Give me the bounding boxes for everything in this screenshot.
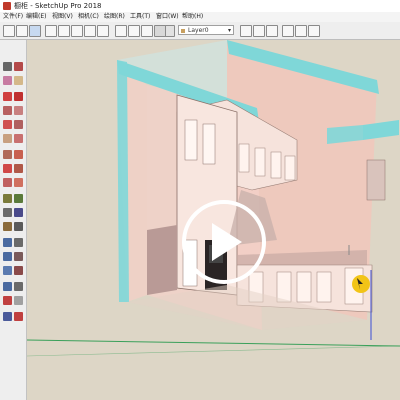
- circle-icon[interactable]: [3, 120, 12, 129]
- hidden-line-style-icon[interactable]: [141, 25, 153, 37]
- menu-tools[interactable]: 工具(T): [130, 12, 150, 22]
- axes-icon[interactable]: [3, 222, 12, 231]
- glass-left-edge: [117, 60, 129, 302]
- paint-icon[interactable]: [14, 76, 23, 85]
- upper-cabinet-door-4: [254, 147, 266, 177]
- make-component-icon[interactable]: [14, 62, 23, 71]
- arc-icon[interactable]: [3, 134, 12, 143]
- pan-icon[interactable]: [14, 238, 23, 247]
- previous-view-icon[interactable]: [14, 266, 23, 275]
- right-view-icon[interactable]: [84, 25, 96, 37]
- display-section-planes-icon[interactable]: [253, 25, 265, 37]
- section-plane-left-icon[interactable]: [14, 296, 23, 305]
- menu-draw[interactable]: 绘图(R): [104, 12, 125, 22]
- menu-view[interactable]: 视图(V): [52, 12, 73, 22]
- orbit-icon[interactable]: [3, 238, 12, 247]
- select-tool-icon[interactable]: [3, 25, 15, 37]
- sandbox-icon[interactable]: [3, 312, 12, 321]
- pie-icon[interactable]: [14, 134, 23, 143]
- marble-side-panel: [147, 225, 177, 295]
- solid-tools-icon[interactable]: [14, 312, 23, 321]
- zoom-extents-icon[interactable]: [3, 266, 12, 275]
- front-view-icon[interactable]: [71, 25, 83, 37]
- xray-style-icon[interactable]: [115, 25, 127, 37]
- position-camera-icon[interactable]: [3, 282, 12, 291]
- zoom-icon[interactable]: [3, 252, 12, 261]
- freehand-icon[interactable]: [14, 92, 23, 101]
- dimension-icon[interactable]: [14, 194, 23, 203]
- menu-help[interactable]: 帮助(H): [182, 12, 203, 22]
- green-axis-line: [27, 339, 400, 347]
- follow-me-icon[interactable]: [14, 164, 23, 173]
- layer-manager-icon[interactable]: [165, 25, 175, 37]
- layer-value: Layer0: [188, 27, 209, 34]
- menu-window[interactable]: 窗口(W): [156, 12, 179, 22]
- select-arrow-icon[interactable]: [3, 62, 12, 71]
- move-icon[interactable]: [3, 150, 12, 159]
- iso-view-icon[interactable]: [45, 25, 57, 37]
- green-axis-line-secondary: [27, 345, 400, 357]
- text-tool-icon[interactable]: [14, 208, 23, 217]
- menu-camera[interactable]: 相机(C): [78, 12, 99, 22]
- tall-cabinet-door-1: [184, 119, 198, 161]
- base-cabinet-door-2: [276, 271, 292, 303]
- base-cabinet-door-3: [296, 271, 312, 303]
- polygon-icon[interactable]: [14, 120, 23, 129]
- left-toolbar: [0, 40, 27, 400]
- paint-bucket-icon[interactable]: [29, 25, 41, 37]
- menu-bar: 文件(F) 编辑(E) 视图(V) 相机(C) 绘图(R) 工具(T) 窗口(W…: [0, 12, 400, 22]
- zoom-window-icon[interactable]: [14, 252, 23, 261]
- eraser-tool-icon[interactable]: [16, 25, 28, 37]
- display-section-cuts-icon[interactable]: [266, 25, 278, 37]
- play-icon: [212, 223, 242, 261]
- share-model-icon[interactable]: [295, 25, 307, 37]
- top-view-icon[interactable]: [58, 25, 70, 37]
- warehouse-icon[interactable]: [282, 25, 294, 37]
- push-pull-icon[interactable]: [14, 150, 23, 159]
- extension-warehouse-icon[interactable]: [308, 25, 320, 37]
- 3d-text-icon[interactable]: [14, 222, 23, 231]
- upper-cabinet-door-5: [270, 151, 282, 179]
- offset-icon[interactable]: [14, 178, 23, 187]
- layer-icon: [181, 29, 185, 33]
- look-around-icon[interactable]: [14, 282, 23, 291]
- walk-icon[interactable]: [3, 296, 12, 305]
- rotated-rectangle-icon[interactable]: [14, 106, 23, 115]
- chevron-down-icon: ▾: [227, 27, 231, 34]
- upper-cabinet-door-6: [284, 155, 296, 181]
- tape-measure-icon[interactable]: [3, 194, 12, 203]
- section-plane-icon[interactable]: [240, 25, 252, 37]
- rectangle-icon[interactable]: [3, 106, 12, 115]
- title-bar: 橱柜 - SketchUp Pro 2018: [0, 0, 400, 12]
- protractor-icon[interactable]: [3, 208, 12, 217]
- top-toolbar: Layer0 ▾: [0, 22, 400, 40]
- window-title: 橱柜 - SketchUp Pro 2018: [14, 2, 102, 10]
- right-wall-cabinet: [366, 159, 386, 201]
- upper-cabinet-door-3: [238, 143, 250, 173]
- menu-file[interactable]: 文件(F): [3, 12, 23, 22]
- tall-cabinet-door-2: [202, 123, 216, 165]
- back-view-icon[interactable]: [97, 25, 109, 37]
- line-tool-icon[interactable]: [3, 92, 12, 101]
- eraser-icon[interactable]: [3, 76, 12, 85]
- menu-edit[interactable]: 编辑(E): [26, 12, 46, 22]
- base-cabinet-door-4: [316, 271, 332, 303]
- model-viewport[interactable]: [27, 40, 400, 400]
- wireframe-style-icon[interactable]: [128, 25, 140, 37]
- sketchup-app-icon: [3, 2, 11, 10]
- rotate-icon[interactable]: [3, 164, 12, 173]
- layer-dropdown[interactable]: Layer0 ▾: [178, 25, 234, 35]
- scale-icon[interactable]: [3, 178, 12, 187]
